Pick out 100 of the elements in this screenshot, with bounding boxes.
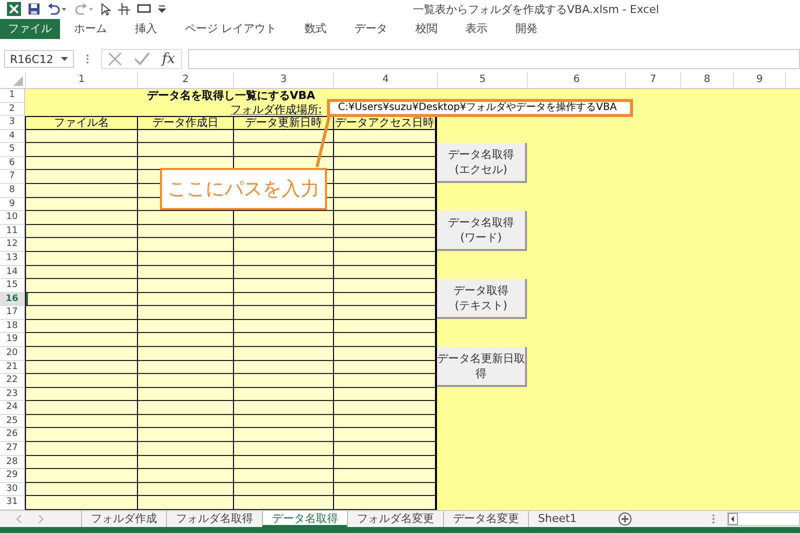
table-cell[interactable] (25, 442, 137, 456)
table-cell[interactable] (25, 266, 137, 280)
table-cell[interactable] (25, 184, 137, 198)
ribbon-tab[interactable]: 数式 (290, 19, 340, 39)
table-cell[interactable] (137, 143, 233, 157)
table-cell[interactable] (333, 482, 437, 496)
table-cell[interactable] (137, 401, 233, 415)
table-cell[interactable] (333, 374, 437, 388)
table-cell[interactable] (333, 238, 437, 252)
row-header[interactable]: 13 (0, 252, 25, 266)
ribbon-tab[interactable]: データ (340, 19, 402, 39)
row-header[interactable]: 22 (0, 374, 25, 388)
row-header[interactable]: 31 (0, 496, 25, 510)
table-cell[interactable] (137, 374, 233, 388)
table-cell[interactable] (25, 238, 137, 252)
row-header[interactable]: 9 (0, 198, 25, 212)
table-cell[interactable] (333, 442, 437, 456)
table-cell[interactable] (233, 414, 333, 428)
table-cell[interactable] (333, 360, 437, 374)
table-cell[interactable] (25, 401, 137, 415)
table-cell[interactable] (333, 496, 437, 510)
column-header[interactable]: 2 (137, 72, 233, 88)
table-cell[interactable] (333, 320, 437, 334)
path-input[interactable]: C:¥Users¥suzu¥Desktop¥フォルダやデータを操作するVBA (327, 99, 633, 117)
column-header[interactable]: 4 (333, 72, 437, 88)
table-cell[interactable] (137, 292, 233, 306)
table-cell[interactable] (25, 469, 137, 483)
row-header[interactable]: 12 (0, 238, 25, 252)
macro-button[interactable]: データ名取得 (ワード) (437, 211, 527, 252)
row-header[interactable]: 28 (0, 456, 25, 470)
table-cell[interactable] (233, 401, 333, 415)
row-header[interactable]: 11 (0, 224, 25, 238)
row-header[interactable]: 21 (0, 360, 25, 374)
table-cell[interactable] (333, 211, 437, 225)
table-cell[interactable] (333, 469, 437, 483)
row-header[interactable]: 8 (0, 184, 25, 198)
ribbon-tab[interactable]: 開発 (502, 19, 552, 39)
table-cell[interactable] (333, 306, 437, 320)
table-cell[interactable] (333, 252, 437, 266)
table-cell[interactable] (137, 266, 233, 280)
macro-button[interactable]: データ名更新日取 得 (437, 347, 527, 388)
table-cell[interactable] (137, 346, 233, 361)
table-cell[interactable] (25, 143, 137, 157)
table-cell[interactable] (137, 456, 233, 470)
caret-icon[interactable] (61, 57, 68, 61)
table-cell[interactable] (233, 224, 333, 238)
table-cell[interactable] (233, 320, 333, 334)
table-cell[interactable] (233, 360, 333, 374)
table-cell[interactable] (333, 184, 437, 198)
table-cell[interactable] (25, 306, 137, 320)
check-icon[interactable] (134, 52, 150, 66)
table-cell[interactable] (137, 388, 233, 402)
row-header[interactable]: 16 (0, 292, 25, 306)
table-cell[interactable] (25, 198, 137, 212)
table-cell[interactable] (137, 482, 233, 496)
name-box[interactable]: R16C12 (4, 50, 74, 68)
rectangle-icon[interactable] (137, 4, 151, 14)
table-cell[interactable] (333, 346, 437, 361)
table-cell[interactable] (137, 238, 233, 252)
table-cell[interactable] (233, 306, 333, 320)
insert-function-button[interactable]: fx (162, 51, 176, 67)
table-cell[interactable] (25, 414, 137, 428)
scroll-left-icon[interactable] (728, 513, 738, 525)
pointer-icon[interactable] (101, 2, 111, 16)
row-header[interactable]: 29 (0, 469, 25, 483)
ribbon-tab[interactable]: 表示 (452, 19, 502, 39)
horizontal-scrollbar[interactable] (726, 512, 800, 526)
table-cell[interactable] (333, 130, 437, 144)
row-header[interactable]: 1 (0, 89, 25, 103)
table-cell[interactable] (137, 360, 233, 374)
table-cell[interactable] (137, 442, 233, 456)
row-header[interactable]: 4 (0, 130, 25, 144)
table-cell[interactable] (333, 170, 437, 184)
column-header[interactable]: 5 (437, 72, 527, 88)
save-icon[interactable] (28, 3, 40, 15)
table-cell[interactable] (25, 224, 137, 238)
row-header[interactable]: 18 (0, 320, 25, 334)
row-header[interactable]: 19 (0, 333, 25, 347)
ribbon-tab[interactable]: 校閲 (402, 19, 452, 39)
ribbon-tab[interactable]: 挿入 (121, 19, 171, 39)
column-header[interactable]: 6 (527, 72, 625, 88)
row-header[interactable]: 30 (0, 482, 25, 496)
table-cell[interactable] (333, 428, 437, 442)
macro-button[interactable]: データ名取得 (エクセル) (437, 143, 527, 184)
table-cell[interactable] (137, 224, 233, 238)
table-cell[interactable] (137, 306, 233, 320)
row-header[interactable]: 3 (0, 116, 25, 130)
row-header[interactable]: 24 (0, 401, 25, 415)
table-cell[interactable] (233, 238, 333, 252)
table-cell[interactable] (25, 252, 137, 266)
table-cell[interactable] (333, 279, 437, 293)
table-cell[interactable] (233, 252, 333, 266)
table-cell[interactable] (233, 496, 333, 510)
ribbon-tab[interactable]: ホーム (60, 19, 121, 39)
column-header[interactable]: 8 (680, 72, 733, 88)
column-header[interactable]: 3 (233, 72, 333, 88)
table-cell[interactable] (137, 414, 233, 428)
table-cell[interactable] (25, 156, 137, 170)
row-header[interactable]: 23 (0, 388, 25, 402)
excel-logo-icon[interactable] (7, 2, 21, 16)
